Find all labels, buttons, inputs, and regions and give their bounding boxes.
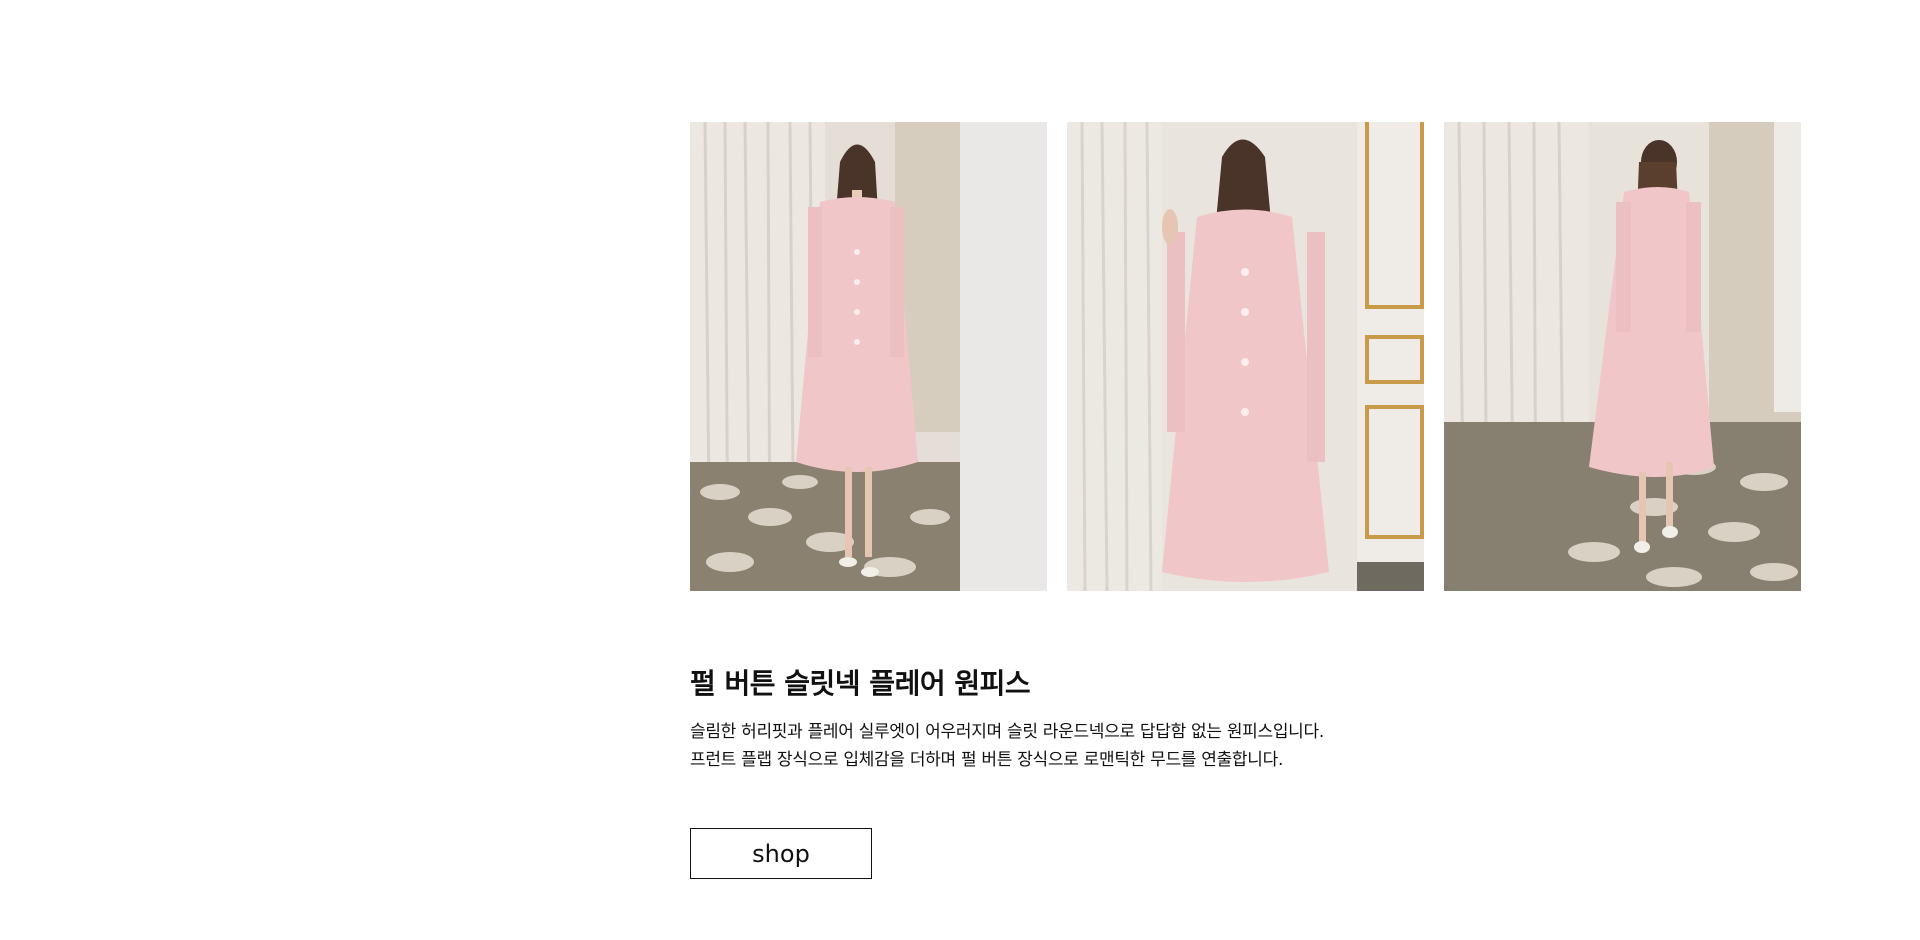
product-gallery (690, 122, 1801, 591)
product-info: 펄 버튼 슬릿넥 플레어 원피스 슬림한 허리핏과 플레어 실루엣이 어우러지며… (690, 665, 1590, 774)
description-line: 슬림한 허리핏과 플레어 실루엣이 어우러지며 슬릿 라운드넥으로 답답함 없는… (690, 722, 1324, 742)
page: 펄 버튼 슬릿넥 플레어 원피스 슬림한 허리핏과 플레어 실루엣이 어우러지며… (0, 0, 1920, 940)
product-photo-back[interactable] (1444, 122, 1801, 591)
product-photo-front-close[interactable] (1067, 122, 1424, 591)
product-title: 펄 버튼 슬릿넥 플레어 원피스 (690, 667, 1031, 700)
shop-button[interactable]: shop (690, 828, 872, 879)
product-description: 슬림한 허리핏과 플레어 실루엣이 어우러지며 슬릿 라운드넥으로 답답함 없는… (690, 718, 1590, 774)
product-photo-front[interactable] (690, 122, 1047, 591)
description-line: 프런트 플랩 장식으로 입체감을 더하며 펄 버튼 장식으로 로맨틱한 무드를 … (690, 750, 1284, 770)
